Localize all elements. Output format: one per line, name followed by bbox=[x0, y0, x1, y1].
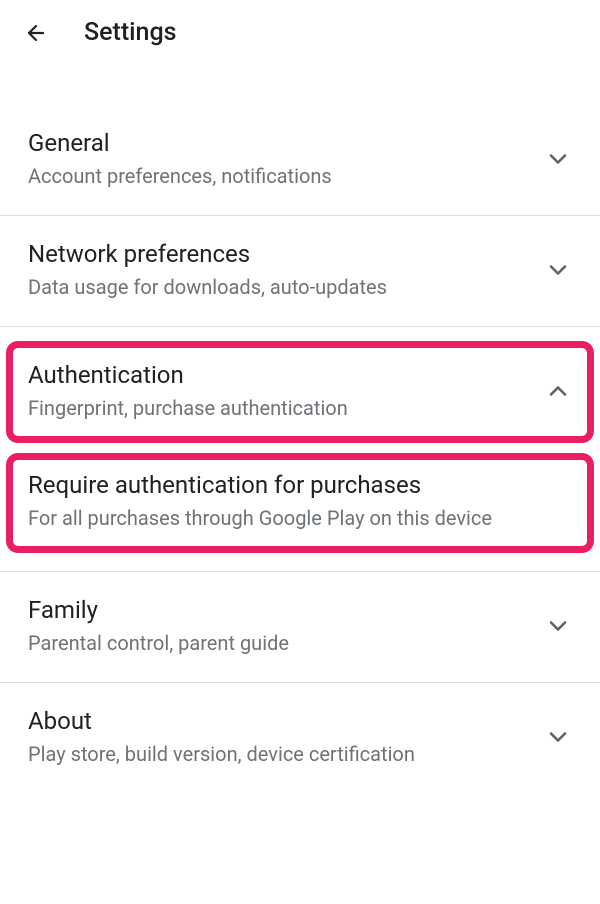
section-network[interactable]: Network preferences Data usage for downl… bbox=[0, 216, 600, 327]
section-title: About bbox=[28, 707, 532, 735]
chevron-down-icon bbox=[544, 723, 572, 751]
section-general[interactable]: General Account preferences, notificatio… bbox=[0, 105, 600, 216]
chevron-down-icon bbox=[544, 612, 572, 640]
section-about[interactable]: About Play store, build version, device … bbox=[0, 683, 600, 793]
section-title: Require authentication for purchases bbox=[28, 471, 572, 499]
section-text: Network preferences Data usage for downl… bbox=[28, 240, 532, 300]
section-title: Network preferences bbox=[28, 240, 532, 268]
section-subtitle: Parental control, parent guide bbox=[28, 630, 532, 656]
section-text: Require authentication for purchases For… bbox=[28, 471, 572, 531]
section-subtitle: Data usage for downloads, auto-updates bbox=[28, 274, 532, 300]
back-arrow-icon[interactable] bbox=[24, 21, 48, 45]
section-subtitle: For all purchases through Google Play on… bbox=[28, 505, 572, 531]
section-authentication[interactable]: Authentication Fingerprint, purchase aut… bbox=[6, 341, 594, 443]
section-title: Authentication bbox=[28, 361, 532, 389]
section-text: Family Parental control, parent guide bbox=[28, 596, 532, 656]
section-require-authentication[interactable]: Require authentication for purchases For… bbox=[6, 453, 594, 553]
section-text: About Play store, build version, device … bbox=[28, 707, 532, 767]
section-title: Family bbox=[28, 596, 532, 624]
page-title: Settings bbox=[84, 18, 177, 47]
section-text: General Account preferences, notificatio… bbox=[28, 129, 532, 189]
section-subtitle: Fingerprint, purchase authentication bbox=[28, 395, 532, 421]
header: Settings bbox=[0, 0, 600, 65]
chevron-up-icon bbox=[544, 377, 572, 405]
section-subtitle: Account preferences, notifications bbox=[28, 163, 532, 189]
section-subtitle: Play store, build version, device certif… bbox=[28, 741, 532, 767]
chevron-down-icon bbox=[544, 256, 572, 284]
section-text: Authentication Fingerprint, purchase aut… bbox=[28, 361, 532, 421]
chevron-down-icon bbox=[544, 145, 572, 173]
section-title: General bbox=[28, 129, 532, 157]
section-family[interactable]: Family Parental control, parent guide bbox=[0, 571, 600, 683]
